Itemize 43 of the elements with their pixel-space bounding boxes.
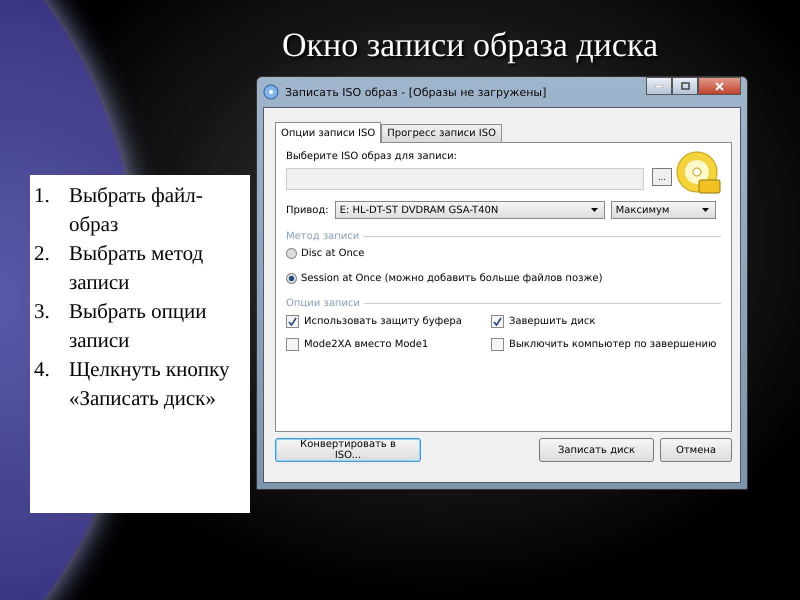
close-icon: [715, 82, 724, 90]
radio-button[interactable]: [286, 248, 297, 259]
checkbox[interactable]: [491, 338, 504, 351]
file-label: Выберите ISO образ для записи:: [286, 151, 458, 162]
slide-title: Окно записи образа диска: [280, 26, 660, 66]
step-number: 3.: [34, 298, 51, 325]
drive-dropdown[interactable]: E: HL-DT-ST DVDRAM GSA-T40N: [334, 201, 605, 219]
tab[interactable]: Прогресс записи ISO: [381, 124, 502, 142]
dialog-button[interactable]: Записать диск: [539, 438, 654, 462]
checkbox-label: Mode2XA вместо Mode1: [304, 339, 428, 350]
checkbox[interactable]: [286, 315, 299, 328]
close-button[interactable]: [698, 77, 741, 95]
caret-icon: [590, 208, 598, 212]
checkbox[interactable]: [491, 315, 504, 328]
radio-button[interactable]: [286, 273, 297, 284]
dialog-button[interactable]: Конвертировать в ISO...: [275, 438, 421, 462]
speed-dropdown[interactable]: Максимум: [610, 201, 716, 219]
minimize-button[interactable]: [646, 77, 672, 95]
step-text: Щелкнуть кнопку «Записать диск»: [69, 356, 231, 412]
checkbox[interactable]: [286, 338, 299, 351]
window-title: Записать ISO образ - [Образы не загружены]: [285, 86, 546, 98]
step-text: Выбрать опции записи: [69, 298, 208, 354]
dialog-button[interactable]: Отмена: [660, 438, 732, 462]
browse-button[interactable]: ...: [652, 168, 672, 186]
group-heading: Метод записи: [286, 231, 360, 242]
radio-label: Disc at Once: [301, 248, 364, 259]
caret-icon: [702, 208, 709, 212]
radio-label: Session at Once (можно добавить больше файлов позже): [301, 273, 602, 284]
minimize-icon: [655, 84, 663, 88]
tab[interactable]: Опции записи ISO: [275, 122, 382, 143]
step-number: 4.: [34, 356, 51, 383]
checkbox-label: Использовать защиту буфера: [304, 316, 462, 327]
maximize-button[interactable]: [672, 77, 698, 95]
step-text: Выбрать файл-образ: [69, 182, 204, 238]
checkbox-label: Завершить диск: [509, 316, 596, 327]
step-number: 1.: [34, 182, 51, 209]
step-text: Выбрать метод записи: [69, 240, 204, 296]
checkbox-label: Выключить компьютер по завершению: [509, 339, 716, 350]
group-heading: Опции записи: [286, 298, 360, 309]
step-number: 2.: [34, 240, 51, 267]
drive-label: Привод:: [286, 204, 329, 216]
maximize-icon: [680, 82, 690, 90]
disc-icon: [263, 84, 279, 100]
